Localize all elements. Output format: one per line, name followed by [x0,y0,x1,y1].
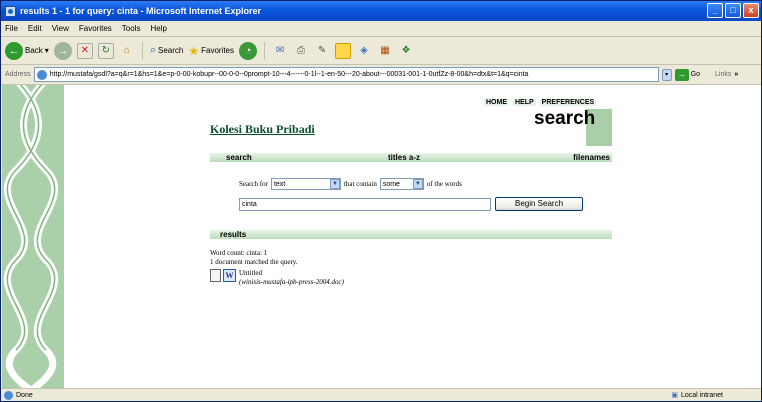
nav-filenames[interactable]: filenames [573,153,610,162]
address-url: http://mustafa/gsdl?a=q&r=1&hs=1&e=p-0-0… [49,71,529,78]
window-title: results 1 - 1 for query: cinta - Microso… [20,6,262,16]
address-dropdown-button[interactable]: ▾ [661,68,672,81]
discuss-button[interactable]: ❖ [398,43,414,59]
preferences-link[interactable]: PREFERENCES [539,99,597,106]
search-button[interactable]: ⌕ Search [150,44,184,57]
page-status-icon [4,390,13,400]
results-header: results [210,230,612,239]
home-button[interactable]: ⌂ [119,43,135,59]
menu-help[interactable]: Help [150,24,166,33]
menu-bar: File Edit View Favorites Tools Help [1,21,761,37]
collection-title[interactable]: Kolesi Buku Pribadi [210,122,315,137]
title-bar: results 1 - 1 for query: cinta - Microso… [1,1,761,21]
of-the-words-label: of the words [426,180,462,188]
chevron-down-icon: ▼ [412,179,423,189]
menu-favorites[interactable]: Favorites [79,24,112,33]
star-icon: ★ [188,43,200,58]
browser-window: results 1 - 1 for query: cinta - Microso… [0,0,762,402]
forward-button[interactable]: → [53,41,72,60]
help-link[interactable]: HELP [513,99,536,106]
address-label: Address [5,71,31,78]
status-text: Done [16,391,33,399]
links-button[interactable]: Links [715,71,731,78]
chevron-down-icon: ▼ [329,179,340,189]
query-input[interactable]: cinta [239,197,491,211]
refresh-button[interactable]: ↻ [97,42,114,59]
menu-tools[interactable]: Tools [122,24,141,33]
back-arrow-icon: ← [5,41,23,60]
that-contain-label: that contain [343,180,377,188]
greenstone-page: HOME HELP PREFERENCES Kolesi Buku Pribad… [64,85,761,388]
some-select[interactable]: some ▼ [379,178,424,190]
nav-titles-az[interactable]: titles a-z [388,153,420,162]
mail-button[interactable]: ✉ [272,43,288,59]
chevron-right-icon[interactable]: » [734,71,738,78]
toolbar: ← Back ▾ → ✕ ↻ ⌂ ⌕ Search ★ Favorites ◔ … [1,37,761,65]
rope-decoration [2,85,64,388]
top-links: HOME HELP PREFERENCES [484,99,597,106]
toolbar-separator [264,41,266,60]
address-input[interactable]: http://mustafa/gsdl?a=q&r=1&hs=1&e=p-0-0… [33,67,659,82]
search-icon: ⌕ [149,44,156,56]
result-item: W Untitled (winisis-mustafa-ipb-press-20… [210,269,344,287]
menu-file[interactable]: File [5,24,18,33]
nav-search[interactable]: search [226,153,252,162]
results-list: Word count: cinta: 1 1 document matched … [210,249,344,287]
page-content: HOME HELP PREFERENCES Kolesi Buku Pribad… [2,85,761,388]
matched-count: 1 document matched the query. [210,258,298,266]
home-link[interactable]: HOME [484,99,509,106]
word-count: Word count: cinta: 1 [210,249,268,257]
word-doc-icon[interactable]: W [223,269,236,282]
ie-icon [5,5,16,17]
window-controls: _ □ x [707,3,759,18]
begin-search-button[interactable]: Begin Search [495,197,583,211]
history-button[interactable]: ◔ [239,41,258,60]
folder-button[interactable] [335,42,352,59]
search-for-label: Search for [239,180,268,188]
dropdown-arrow-icon: ▾ [44,46,49,55]
status-bar: Done ▣ Local intranet [1,388,761,401]
menu-view[interactable]: View [52,24,69,33]
go-arrow-icon: → [674,68,689,81]
doc-filename: (winisis-mustafa-ipb-press-2004.doc) [239,278,344,286]
edit-button[interactable]: ✎ [314,43,330,59]
print-button[interactable]: ⎙ [293,43,309,59]
document-icon[interactable] [210,269,221,282]
minimize-button[interactable]: _ [707,3,723,18]
security-zone: ▣ Local intranet [671,391,723,400]
favorites-button[interactable]: ★ Favorites [188,44,234,58]
toolbar-separator [141,41,143,60]
go-button[interactable]: → Go [674,68,700,81]
research-button[interactable]: ▦ [377,43,393,59]
navigation-bar: search titles a-z filenames [210,153,612,162]
page-icon [36,69,47,80]
stop-button[interactable]: ✕ [76,42,93,59]
messenger-button[interactable]: ◈ [356,43,372,59]
search-form: Search for text ▼ that contain some ▼ of… [239,177,583,211]
page-title: search [534,108,596,129]
back-button[interactable]: ← Back ▾ [5,41,49,60]
address-bar: Address http://mustafa/gsdl?a=q&r=1&hs=1… [1,65,761,85]
field-select[interactable]: text ▼ [270,178,341,190]
doc-title[interactable]: Untitled [239,269,344,278]
intranet-icon: ▣ [671,392,678,399]
menu-edit[interactable]: Edit [28,24,42,33]
close-button[interactable]: x [743,3,759,18]
maximize-button[interactable]: □ [725,3,741,18]
